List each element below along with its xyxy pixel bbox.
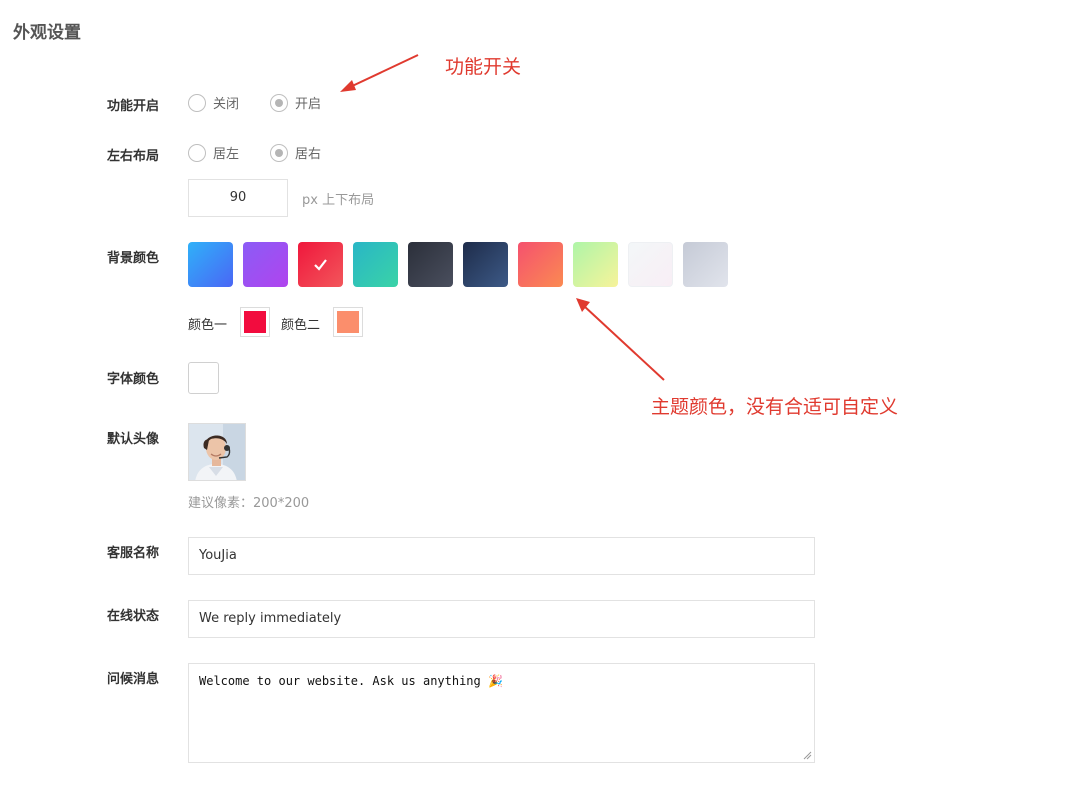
color2-fill <box>337 311 359 333</box>
layout-left-radio[interactable]: 居左 <box>188 143 239 162</box>
annotation-feature-switch: 功能开关 <box>445 56 522 78</box>
layout-right-radio[interactable]: 居右 <box>270 143 321 162</box>
resize-handle-icon[interactable] <box>803 751 812 760</box>
color-swatch-purple[interactable] <box>243 242 288 287</box>
checkmark-icon <box>314 259 327 271</box>
agent-name-input[interactable]: YouJia <box>188 537 815 575</box>
color-swatch-silver[interactable] <box>683 242 728 287</box>
online-status-label: 在线状态 <box>107 609 160 624</box>
font-color-picker[interactable] <box>188 362 219 394</box>
color-swatch-teal[interactable] <box>353 242 398 287</box>
avatar[interactable] <box>188 423 246 481</box>
layout-offset-hint: px 上下布局 <box>302 193 375 208</box>
annotation-arrow-icon <box>576 298 665 381</box>
greeting-textarea[interactable]: Welcome to our website. Ask us anything … <box>188 663 815 763</box>
color-swatch-charcoal[interactable] <box>408 242 453 287</box>
layout-left-label: 居左 <box>213 147 240 162</box>
radio-circle-checked <box>270 143 288 162</box>
annotation-arrow-icon <box>340 54 419 92</box>
radio-circle <box>188 93 206 112</box>
annotation-theme-color: 主题颜色，没有合适可自定义 <box>651 396 899 418</box>
color1-label: 颜色一 <box>188 318 228 333</box>
color1-fill <box>244 311 266 333</box>
font-color-label: 字体颜色 <box>107 372 160 387</box>
greeting-text: Welcome to our website. Ask us anything … <box>199 674 503 688</box>
color-swatch-mist[interactable] <box>628 242 673 287</box>
color-swatch-blue[interactable] <box>188 242 233 287</box>
background-label: 背景颜色 <box>107 251 160 266</box>
avatar-label: 默认头像 <box>107 432 160 447</box>
layout-right-label: 居右 <box>295 147 322 162</box>
radio-circle <box>188 143 206 162</box>
color2-picker[interactable] <box>333 307 363 337</box>
color2-label: 颜色二 <box>281 318 321 333</box>
color-swatch-coral[interactable] <box>518 242 563 287</box>
greeting-label: 问候消息 <box>107 672 160 687</box>
enable-off-label: 关闭 <box>213 97 240 112</box>
agent-name-label: 客服名称 <box>107 546 160 561</box>
avatar-hint: 建议像素：200*200 <box>188 496 310 511</box>
enable-label: 功能开启 <box>107 99 160 114</box>
color-swatch-navy[interactable] <box>463 242 508 287</box>
online-status-input[interactable]: We reply immediately <box>188 600 815 638</box>
color-swatch-list <box>188 242 738 287</box>
layout-offset-input[interactable]: 90 <box>188 179 288 217</box>
page-title: 外观设置 <box>13 23 81 43</box>
color-swatch-crimson[interactable] <box>298 242 343 287</box>
color-swatch-lime[interactable] <box>573 242 618 287</box>
radio-circle-checked <box>270 93 288 112</box>
color1-picker[interactable] <box>240 307 270 337</box>
layout-label: 左右布局 <box>107 149 160 164</box>
enable-on-label: 开启 <box>295 97 322 112</box>
enable-off-radio[interactable]: 关闭 <box>188 93 239 112</box>
avatar-photo <box>189 424 245 480</box>
enable-on-radio[interactable]: 开启 <box>270 93 321 112</box>
